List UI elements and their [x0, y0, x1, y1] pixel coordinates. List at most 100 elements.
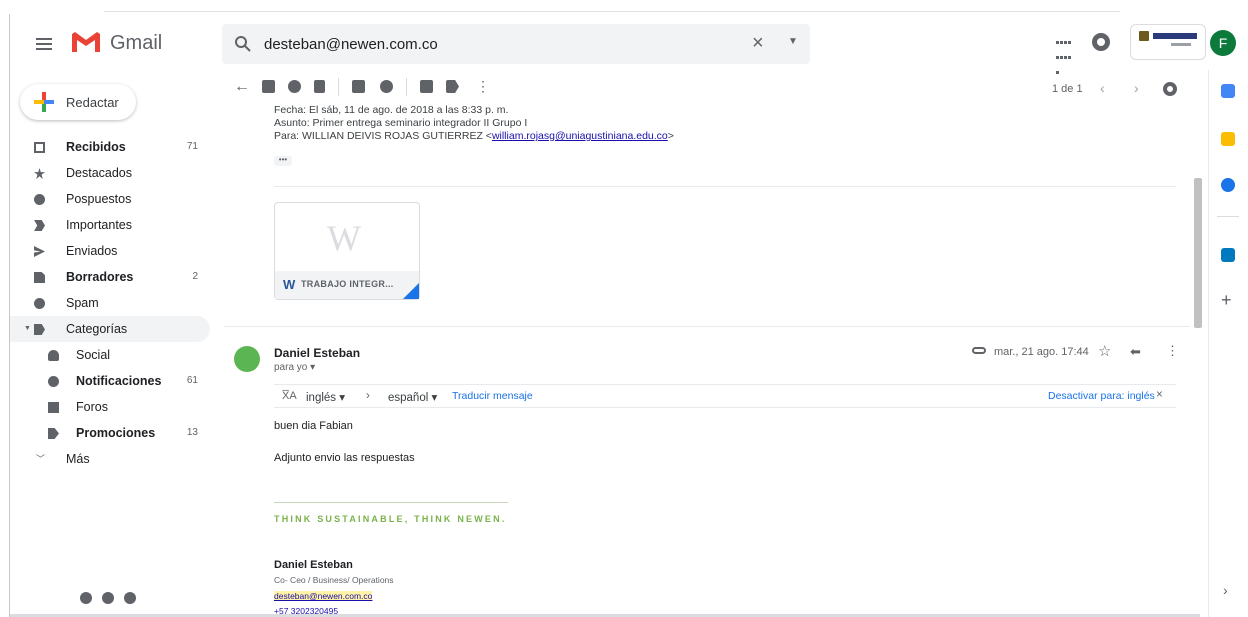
- sidebar-item-sent[interactable]: Enviados: [10, 238, 210, 264]
- target-language-select[interactable]: español ▾: [388, 390, 437, 404]
- sidebar-item-social[interactable]: Social: [10, 342, 210, 368]
- settings-gear-icon[interactable]: [1163, 82, 1177, 96]
- newer-chevron-icon[interactable]: ‹: [1100, 80, 1105, 96]
- target-language-label: español: [388, 392, 429, 404]
- phone-icon[interactable]: [124, 592, 136, 604]
- sidebar-item-more[interactable]: ﹀ Más: [10, 446, 210, 472]
- expand-panel-chevron-icon[interactable]: ›: [1223, 582, 1228, 598]
- back-arrow-icon[interactable]: ←: [234, 78, 250, 96]
- forwarded-to: Para: WILLIAN DEIVIS ROJAS GUTIERREZ <wi…: [274, 130, 674, 143]
- search-options-icon[interactable]: ▼: [788, 36, 798, 47]
- search-bar: × ▼: [222, 24, 810, 64]
- sidebar-item-label: Spam: [66, 296, 99, 310]
- reply-icon[interactable]: ⬅: [1130, 344, 1141, 360]
- sidebar-item-label: Foros: [76, 400, 108, 414]
- sidebar-item-inbox[interactable]: Recibidos 71: [10, 134, 210, 160]
- sidebar-nav: Recibidos 71 Destacados Pospuestos Impor…: [10, 134, 210, 472]
- sidebar-item-important[interactable]: Importantes: [10, 212, 210, 238]
- attachment-name: TRABAJO INTEGR...: [301, 279, 394, 289]
- people-icon: [48, 350, 59, 361]
- sidebar-item-label: Notificaciones: [76, 374, 162, 388]
- disable-translation-link[interactable]: Desactivar para: inglés: [1048, 390, 1155, 402]
- sidebar-item-label: Más: [66, 452, 90, 466]
- recipient-toggle[interactable]: para yo ▾: [274, 362, 315, 373]
- inbox-icon: [34, 142, 45, 153]
- mark-unread-icon[interactable]: [352, 80, 365, 93]
- account-avatar[interactable]: F: [1210, 30, 1236, 56]
- source-language-select[interactable]: inglés ▾: [306, 390, 345, 404]
- signature-name: Daniel Esteban: [274, 559, 353, 571]
- side-panel-rail: + ›: [1208, 70, 1248, 617]
- send-icon: [34, 246, 45, 257]
- older-chevron-icon[interactable]: ›: [1134, 80, 1139, 96]
- sidebar-item-starred[interactable]: Destacados: [10, 160, 210, 186]
- word-doc-preview-icon: W: [327, 218, 361, 258]
- report-spam-icon[interactable]: [288, 80, 301, 93]
- chat-icon[interactable]: [102, 592, 114, 604]
- message-toolbar: ← ⋮: [224, 78, 1192, 100]
- attachment-clip-icon: [972, 347, 986, 354]
- compose-button[interactable]: Redactar: [20, 84, 136, 120]
- word-icon: W: [283, 277, 296, 292]
- close-icon[interactable]: ×: [1156, 389, 1163, 401]
- sidebar-item-categories[interactable]: ▼ Categorías: [10, 316, 210, 342]
- updates-count: 61: [186, 375, 198, 386]
- tasks-icon[interactable]: [1221, 178, 1235, 192]
- sidebar-item-label: Recibidos: [66, 140, 126, 154]
- clear-search-icon[interactable]: ×: [752, 32, 764, 55]
- labels-icon[interactable]: [446, 80, 459, 93]
- expand-caret-icon: ▼: [24, 325, 31, 332]
- apps-grid-icon[interactable]: [1056, 34, 1072, 74]
- doc-corner-icon: [403, 283, 419, 299]
- arrow-right-icon: ›: [366, 390, 370, 402]
- move-to-icon[interactable]: [420, 80, 433, 93]
- notifications-icon[interactable]: [1092, 33, 1110, 51]
- sender-name[interactable]: Daniel Esteban: [274, 346, 360, 360]
- forwarded-date: Fecha: El sáb, 11 de ago. de 2018 a las …: [274, 104, 509, 116]
- main-menu-icon[interactable]: [36, 38, 52, 50]
- translate-message-link[interactable]: Traducir mensaje: [452, 390, 533, 402]
- info-icon: [48, 376, 59, 387]
- more-vert-icon[interactable]: ⋮: [476, 78, 490, 95]
- label-icon: [34, 324, 45, 335]
- sidebar-item-promotions[interactable]: Promociones 13: [10, 420, 210, 446]
- attachment-card[interactable]: W W TRABAJO INTEGR...: [274, 202, 420, 300]
- scrollbar-thumb[interactable]: [1194, 178, 1202, 328]
- signature-email-link[interactable]: desteban@newen.com.co: [274, 591, 373, 601]
- app-name: Gmail: [110, 32, 163, 54]
- star-icon: [34, 168, 45, 179]
- sidebar-item-snoozed[interactable]: Pospuestos: [10, 186, 210, 212]
- snooze-icon[interactable]: [380, 80, 393, 93]
- sidebar-item-label: Categorías: [66, 322, 128, 336]
- star-icon[interactable]: ☆: [1098, 342, 1111, 360]
- organization-logo[interactable]: [1130, 24, 1206, 60]
- show-trimmed-button[interactable]: •••: [274, 156, 292, 166]
- gmail-logo-icon: [72, 32, 100, 52]
- sidebar-item-spam[interactable]: Spam: [10, 290, 210, 316]
- calendar-icon[interactable]: [1221, 84, 1235, 98]
- contacts-icon[interactable]: [80, 592, 92, 604]
- recipient-label: para yo: [274, 362, 308, 373]
- keep-icon[interactable]: [1221, 132, 1235, 146]
- sidebar-item-drafts[interactable]: Borradores 2: [10, 264, 210, 290]
- forwarded-to-email-link[interactable]: william.rojasg@uniagustiniana.edu.co: [492, 130, 668, 142]
- search-input[interactable]: [264, 32, 734, 56]
- toolbar-divider: [406, 78, 407, 96]
- sidebar-item-forums[interactable]: Foros: [10, 394, 210, 420]
- sidebar-item-updates[interactable]: Notificaciones 61: [10, 368, 210, 394]
- trello-icon[interactable]: [1221, 248, 1235, 262]
- sidebar-item-label: Promociones: [76, 426, 156, 440]
- sidebar-item-label: Enviados: [66, 244, 118, 258]
- more-vert-icon[interactable]: ⋮: [1166, 343, 1179, 359]
- pagination-label: 1 de 1: [1052, 83, 1083, 95]
- spam-icon: [34, 298, 45, 309]
- archive-icon[interactable]: [262, 80, 275, 93]
- hangouts-bar: [80, 592, 160, 612]
- add-addon-icon[interactable]: +: [1221, 290, 1232, 311]
- sidebar-item-label: Pospuestos: [66, 192, 132, 206]
- browser-top-strip: [104, 0, 1120, 12]
- unread-count: 71: [186, 141, 198, 152]
- delete-icon[interactable]: [314, 80, 325, 93]
- plus-icon: [34, 92, 54, 112]
- search-icon[interactable]: [234, 35, 252, 53]
